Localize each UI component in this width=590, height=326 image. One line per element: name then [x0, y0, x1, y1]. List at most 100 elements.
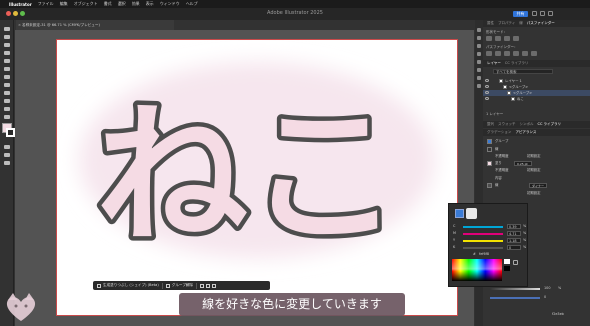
- hex-value-field[interactable]: fef6f8: [479, 252, 489, 257]
- menu-view[interactable]: 表示: [146, 1, 154, 7]
- close-tab-icon[interactable]: ×: [18, 20, 21, 30]
- brushes-icon[interactable]: [477, 68, 481, 72]
- color-spectrum[interactable]: [452, 259, 502, 281]
- search-icon[interactable]: [532, 11, 537, 16]
- stroke-icon[interactable]: [477, 52, 481, 56]
- color-icon[interactable]: [477, 44, 481, 48]
- secondary-slider[interactable]: [490, 297, 540, 299]
- black-slider[interactable]: [463, 247, 503, 249]
- tab-pathfinder[interactable]: パスファインダー: [527, 21, 555, 26]
- eyedropper-tool-icon[interactable]: [3, 98, 11, 104]
- cyan-slider[interactable]: [463, 226, 503, 228]
- generative-fill-shape-button[interactable]: 生成塗りつぶし (シェイプ) (Beta): [103, 283, 159, 288]
- visibility-eye-icon[interactable]: [485, 79, 489, 82]
- tab-stroke[interactable]: 線: [519, 21, 523, 26]
- fill-color-box[interactable]: [487, 161, 492, 166]
- outline-icon[interactable]: [522, 51, 528, 56]
- fill-swatch-popup[interactable]: [455, 209, 464, 218]
- secondary-value[interactable]: 0: [544, 295, 546, 299]
- stroke-value-field[interactable]: ダイナー: [529, 183, 547, 188]
- unite-icon[interactable]: [486, 36, 492, 41]
- share-button[interactable]: 共有: [513, 11, 528, 17]
- minus-front-icon[interactable]: [495, 36, 501, 41]
- tab-gradient[interactable]: グラデーション: [487, 130, 511, 135]
- paintbrush-tool-icon[interactable]: [3, 82, 11, 88]
- tab-appearance[interactable]: アピアランス: [515, 130, 536, 135]
- black-swatch[interactable]: [504, 266, 510, 271]
- magenta-slider[interactable]: [463, 233, 503, 235]
- rotate-tool-icon[interactable]: [3, 90, 11, 96]
- tab-symbols[interactable]: シンボル: [520, 122, 534, 127]
- type-tool-icon[interactable]: [3, 58, 11, 64]
- zoom-tool-icon[interactable]: [3, 114, 11, 120]
- symbols-icon[interactable]: [477, 76, 481, 80]
- more-options-icon[interactable]: [212, 283, 217, 288]
- drag-handle-icon[interactable]: [97, 283, 101, 288]
- menu-file[interactable]: ファイル: [38, 1, 54, 7]
- selection-tool-icon[interactable]: [3, 26, 11, 32]
- opacity-slider[interactable]: [490, 288, 540, 290]
- line-tool-icon[interactable]: [3, 66, 11, 72]
- libraries-icon[interactable]: [477, 36, 481, 40]
- visibility-eye-icon[interactable]: [485, 97, 489, 100]
- layers-search-input[interactable]: すべてを検索: [493, 69, 553, 74]
- graphic-styles-icon[interactable]: [477, 84, 481, 88]
- cyan-value-field[interactable]: 0.39: [507, 224, 521, 229]
- appearance-fill-row[interactable]: 塗り 0.25 pt: [483, 160, 590, 167]
- direct-selection-tool-icon[interactable]: [3, 34, 11, 40]
- edit-toolbar-icon[interactable]: [3, 160, 11, 166]
- minus-back-icon[interactable]: [531, 51, 537, 56]
- menu-window[interactable]: ウィンドウ: [160, 1, 180, 7]
- magenta-value-field[interactable]: 4.71: [507, 231, 521, 236]
- ungroup-button[interactable]: グループ解除: [172, 283, 193, 288]
- menu-effect[interactable]: 効果: [132, 1, 140, 7]
- appearance-stroke-row[interactable]: 線 ダイナー: [483, 182, 590, 189]
- appearance-opacity-row[interactable]: 不透明度 初期設定: [483, 153, 590, 160]
- yellow-slider[interactable]: [463, 240, 503, 242]
- white-swatch[interactable]: [504, 259, 510, 264]
- layer-row[interactable]: ねこ: [483, 96, 590, 102]
- appearance-opacity-row[interactable]: 不透明度 初期設定: [483, 167, 590, 174]
- menu-type[interactable]: 書式: [104, 1, 112, 7]
- menu-object[interactable]: オブジェクト: [74, 1, 98, 7]
- crop-icon[interactable]: [513, 51, 519, 56]
- intersect-icon[interactable]: [504, 36, 510, 41]
- stroke-color-box[interactable]: [487, 147, 492, 152]
- hand-tool-icon[interactable]: [3, 106, 11, 112]
- tab-align[interactable]: 整列: [487, 122, 494, 127]
- draw-mode-icon[interactable]: [3, 144, 11, 150]
- tab-cc-libraries-2[interactable]: CC ライブラリ: [538, 122, 562, 127]
- appearance-group-row[interactable]: グループ: [483, 138, 590, 145]
- rectangle-tool-icon[interactable]: [3, 74, 11, 80]
- tab-cc-libraries[interactable]: CC ライブラリ: [505, 61, 529, 66]
- tab-layers[interactable]: レイヤー: [487, 61, 501, 66]
- menu-app-name[interactable]: Illustrator: [9, 2, 32, 7]
- menu-select[interactable]: 選択: [118, 1, 126, 7]
- recolor-icon[interactable]: [206, 283, 211, 288]
- stroke-weight-field[interactable]: 0.25 pt: [514, 161, 532, 166]
- document-tab[interactable]: × 名称未設定-31 @ 66.71 % (CMYK/プレビュー): [16, 20, 174, 30]
- visibility-eye-icon[interactable]: [485, 85, 489, 88]
- tab-swatches[interactable]: スウォッチ: [498, 122, 516, 127]
- visibility-eye-icon[interactable]: [485, 91, 489, 94]
- menu-edit[interactable]: 編集: [60, 1, 68, 7]
- divide-icon[interactable]: [486, 51, 492, 56]
- stroke-color-box[interactable]: [487, 183, 492, 188]
- pen-tool-icon[interactable]: [3, 50, 11, 56]
- trim-icon[interactable]: [495, 51, 501, 56]
- yellow-value-field[interactable]: 1.18: [507, 238, 521, 243]
- panel-toggle-icon[interactable]: [548, 11, 553, 16]
- appearance-opacity-row[interactable]: 初期設定: [483, 190, 590, 197]
- merge-icon[interactable]: [504, 51, 510, 56]
- properties-icon[interactable]: [477, 28, 481, 32]
- stroke-swatch[interactable]: [6, 128, 15, 137]
- black-value-field[interactable]: 0: [507, 245, 521, 250]
- workspace-icon[interactable]: [540, 11, 545, 16]
- none-swatch-icon[interactable]: [513, 260, 518, 265]
- opacity-value[interactable]: 100: [544, 286, 550, 290]
- tab-attributes[interactable]: 属性: [487, 21, 494, 26]
- transparency-icon[interactable]: [477, 60, 481, 64]
- stroke-swatch-popup[interactable]: [466, 208, 477, 219]
- appearance-stroke-row[interactable]: 線: [483, 146, 590, 153]
- appearance-contents-row[interactable]: 内容: [483, 175, 590, 182]
